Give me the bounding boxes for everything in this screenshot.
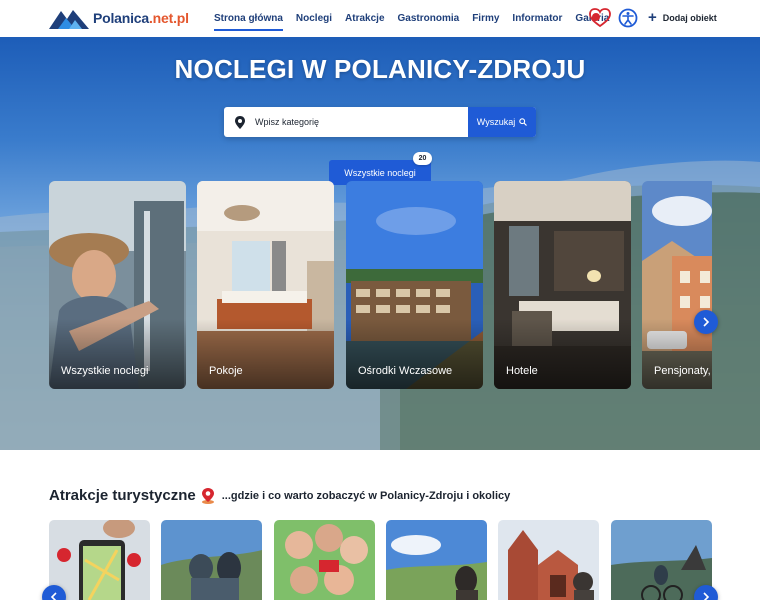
category-card-rooms[interactable]: Pokoje bbox=[197, 181, 334, 389]
accessibility-button[interactable] bbox=[618, 8, 638, 33]
nav-informator[interactable]: Informator bbox=[512, 0, 562, 37]
card-image-church bbox=[498, 520, 599, 600]
nav-firmy[interactable]: Firmy bbox=[472, 0, 499, 37]
nav-gastronomia[interactable]: Gastronomia bbox=[398, 0, 460, 37]
attraction-card-kids[interactable] bbox=[274, 520, 375, 600]
category-label: Hotele bbox=[506, 365, 538, 377]
accommodations-count-badge: 20 bbox=[413, 152, 432, 165]
attractions-title: Atrakcje turystyczne bbox=[49, 487, 196, 504]
accessibility-icon bbox=[618, 8, 638, 28]
hero-title: NOCLEGI W POLANICY-ZDROJU bbox=[174, 54, 586, 84]
site-header: Polanica.net.pl Strona główna Noclegi At… bbox=[0, 0, 760, 37]
attractions-subtitle: ...gdzie i co warto zobaczyć w Polanicy-… bbox=[221, 489, 511, 502]
card-image-hikers bbox=[161, 520, 262, 600]
attraction-card-hikers[interactable] bbox=[161, 520, 262, 600]
search-box: Wyszukaj bbox=[224, 107, 536, 137]
chevron-right-icon bbox=[703, 592, 710, 600]
chevron-left-icon bbox=[50, 592, 57, 600]
attractions-heading: Atrakcje turystyczne ...gdzie i co warto… bbox=[49, 487, 510, 504]
category-label: Pokoje bbox=[209, 365, 243, 377]
carousel-next-button[interactable] bbox=[694, 310, 718, 334]
site-logo[interactable]: Polanica.net.pl bbox=[49, 7, 189, 29]
favorites-button[interactable] bbox=[589, 8, 611, 33]
category-carousel: Wszystkie noclegi Pokoje Ośrodki Wczasow… bbox=[49, 181, 712, 390]
attractions-next-button[interactable] bbox=[694, 585, 718, 600]
map-pin-icon bbox=[201, 488, 214, 504]
main-nav: Strona główna Noclegi Atrakcje Gastronom… bbox=[214, 0, 622, 37]
card-image-meadow bbox=[386, 520, 487, 600]
card-image-phone-map bbox=[49, 520, 150, 600]
attraction-card-church[interactable] bbox=[498, 520, 599, 600]
heart-icon bbox=[589, 8, 611, 28]
category-card-guesthouses[interactable]: Pensjonaty, bbox=[642, 181, 712, 389]
category-card-resorts[interactable]: Ośrodki Wczasowe bbox=[346, 181, 483, 389]
search-button-label: Wyszukaj bbox=[476, 117, 516, 127]
location-pin-icon bbox=[235, 115, 245, 129]
add-object-label: Dodaj obiekt bbox=[662, 13, 717, 23]
category-card-hotels[interactable]: Hotele bbox=[494, 181, 631, 389]
nav-home[interactable]: Strona główna bbox=[214, 0, 283, 37]
attractions-carousel bbox=[49, 520, 712, 600]
search-input[interactable] bbox=[255, 117, 455, 127]
search-icon bbox=[519, 118, 528, 126]
search-button[interactable]: Wyszukaj bbox=[468, 107, 536, 137]
card-image-kids bbox=[274, 520, 375, 600]
attraction-card-meadow[interactable] bbox=[386, 520, 487, 600]
category-label: Ośrodki Wczasowe bbox=[358, 365, 453, 377]
category-label: Pensjonaty, bbox=[654, 365, 711, 377]
mountain-logo-icon bbox=[49, 10, 89, 29]
logo-text: Polanica.net.pl bbox=[93, 10, 189, 26]
nav-noclegi[interactable]: Noclegi bbox=[296, 0, 332, 37]
plus-icon: + bbox=[648, 9, 657, 26]
chevron-right-icon bbox=[703, 317, 710, 327]
nav-atrakcje[interactable]: Atrakcje bbox=[345, 0, 384, 37]
add-object-button[interactable]: + Dodaj obiekt bbox=[648, 9, 717, 26]
category-card-all[interactable]: Wszystkie noclegi bbox=[49, 181, 186, 389]
attraction-card-map[interactable] bbox=[49, 520, 150, 600]
category-label: Wszystkie noclegi bbox=[61, 365, 149, 377]
